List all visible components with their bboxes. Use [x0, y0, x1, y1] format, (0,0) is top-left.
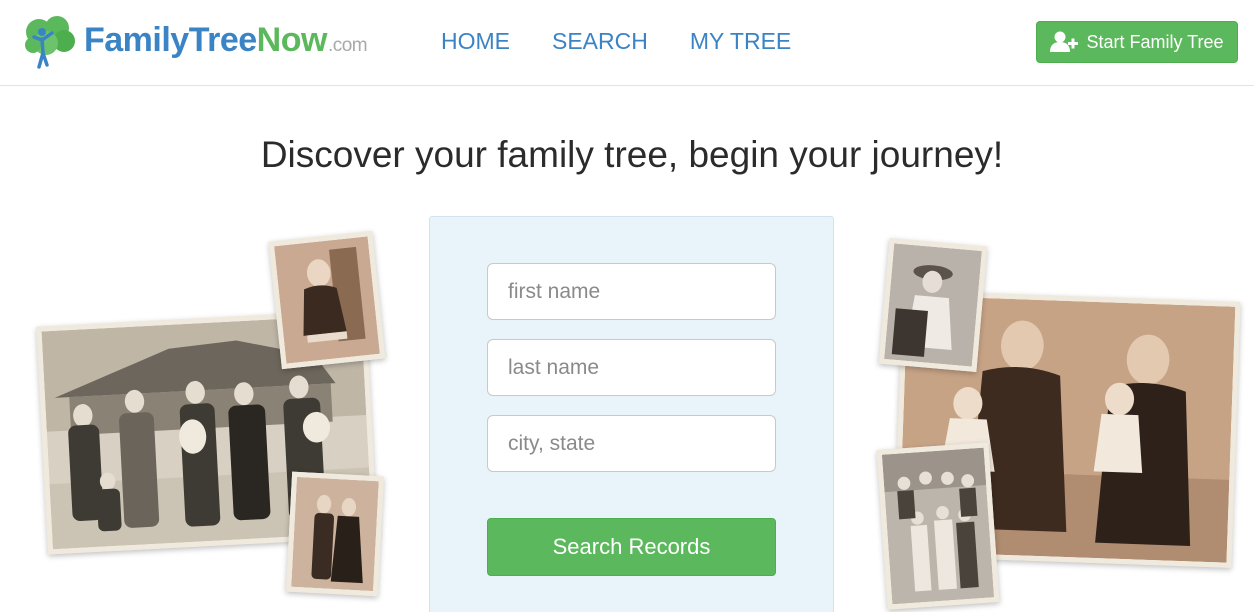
tree-person-icon [25, 16, 75, 69]
site-logo[interactable]: FamilyTreeNow.com [24, 14, 368, 70]
main-nav: HOME SEARCH MY TREE [441, 27, 791, 55]
child-on-chair-photo [268, 230, 386, 370]
logo-text-com: .com [327, 35, 368, 56]
logo-text-family: Family [84, 21, 189, 59]
last-name-input[interactable] [487, 339, 776, 396]
start-family-tree-label: Start Family Tree [1086, 31, 1224, 52]
start-family-tree-button[interactable]: Start Family Tree [1036, 21, 1238, 63]
site-header: FamilyTreeNow.com HOME SEARCH MY TREE St… [0, 0, 1254, 86]
nav-my-tree[interactable]: MY TREE [690, 27, 791, 55]
nav-search[interactable]: SEARCH [552, 27, 648, 55]
first-name-input[interactable] [487, 263, 776, 320]
child-with-hat-photo [878, 237, 988, 373]
logo-text-now: Now [256, 21, 328, 59]
logo-wordmark: FamilyTreeNow.com [84, 21, 368, 59]
city-state-input[interactable] [487, 415, 776, 472]
page-headline: Discover your family tree, begin your jo… [260, 134, 1004, 175]
wedding-couple-photo [285, 471, 385, 597]
logo-text-tree: Tree [188, 21, 257, 59]
group-portrait-photo [876, 442, 1000, 610]
search-panel: Search Records [429, 216, 834, 612]
search-records-button[interactable]: Search Records [487, 518, 776, 576]
nav-home[interactable]: HOME [441, 27, 510, 55]
add-user-icon [1050, 31, 1079, 52]
